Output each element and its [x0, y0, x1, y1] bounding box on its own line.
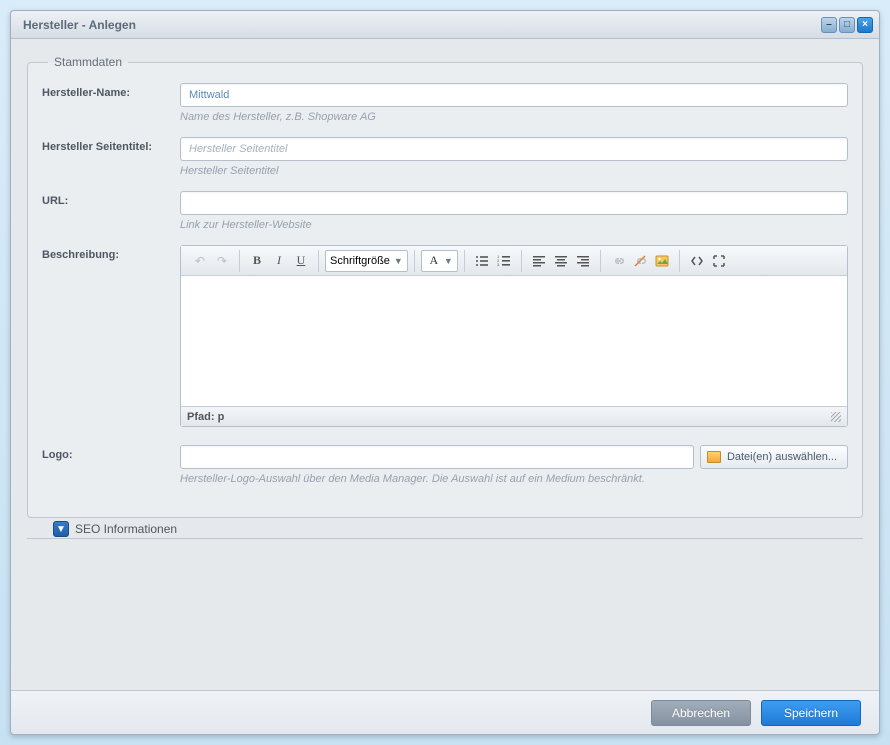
row-url: URL: Link zur Hersteller-Website [42, 191, 848, 241]
fieldset-legend: Stammdaten [48, 55, 128, 69]
rich-text-editor: ↶ ↷ B I U S [180, 245, 848, 427]
label-description: Beschreibung: [42, 245, 180, 261]
expand-seo-button[interactable]: ▼ [53, 521, 69, 537]
titlebar: Hersteller - Anlegen – □ × [11, 11, 879, 39]
seo-title: SEO Informationen [75, 522, 177, 536]
hint-url: Link zur Hersteller-Website [180, 219, 848, 231]
window-body: Stammdaten Hersteller-Name: Name des Her… [11, 39, 879, 690]
label-url: URL: [42, 191, 180, 207]
fontsize-label: Schriftgröße [330, 255, 390, 267]
unlink-icon[interactable] [629, 250, 651, 272]
choose-file-button[interactable]: Datei(en) auswählen... [700, 445, 848, 469]
maximize-button[interactable]: □ [839, 17, 855, 33]
input-logo[interactable] [180, 445, 694, 469]
align-center-icon[interactable] [550, 250, 572, 272]
image-icon[interactable] [651, 250, 673, 272]
underline-icon[interactable]: U [290, 250, 312, 272]
button-bar: Abbrechen Speichern [11, 690, 879, 734]
row-pagetitle: Hersteller Seitentitel: Hersteller Seite… [42, 137, 848, 187]
seo-section: ▼ SEO Informationen [27, 538, 863, 539]
label-logo: Logo: [42, 445, 180, 461]
undo-icon[interactable]: ↶ [189, 250, 211, 272]
editor-canvas[interactable] [181, 276, 847, 406]
window-title: Hersteller - Anlegen [23, 18, 819, 32]
unordered-list-icon[interactable] [471, 250, 493, 272]
chevron-down-icon: ▼ [444, 256, 453, 266]
ordered-list-icon[interactable]: 123 [493, 250, 515, 272]
bold-icon[interactable]: B [246, 250, 268, 272]
choose-file-label: Datei(en) auswählen... [727, 451, 837, 463]
resize-handle-icon[interactable] [831, 412, 841, 422]
fontsize-select[interactable]: Schriftgröße ▼ [325, 250, 408, 272]
save-button[interactable]: Speichern [761, 700, 861, 726]
window: Hersteller - Anlegen – □ × Stammdaten He… [10, 10, 880, 735]
input-name[interactable] [180, 83, 848, 107]
input-url[interactable] [180, 191, 848, 215]
row-logo: Logo: Datei(en) auswählen... Hersteller-… [42, 445, 848, 495]
editor-toolbar: ↶ ↷ B I U S [181, 246, 847, 276]
path-label: Pfad: p [187, 411, 224, 423]
label-name: Hersteller-Name: [42, 83, 180, 99]
chevron-down-icon: ▼ [394, 256, 403, 266]
italic-icon[interactable]: I [268, 250, 290, 272]
hint-pagetitle: Hersteller Seitentitel [180, 165, 848, 177]
hint-logo: Hersteller-Logo-Auswahl über den Media M… [180, 473, 848, 485]
close-button[interactable]: × [857, 17, 873, 33]
fontcolor-select[interactable]: A ▼ [421, 250, 458, 272]
align-right-icon[interactable] [572, 250, 594, 272]
fieldset-stammdaten: Stammdaten Hersteller-Name: Name des Her… [27, 55, 863, 518]
hint-name: Name des Hersteller, z.B. Shopware AG [180, 111, 848, 123]
minimize-button[interactable]: – [821, 17, 837, 33]
row-description: Beschreibung: ↶ ↷ B I U [42, 245, 848, 427]
link-icon[interactable] [607, 250, 629, 272]
input-pagetitle[interactable] [180, 137, 848, 161]
picture-icon [707, 451, 721, 463]
align-left-icon[interactable] [528, 250, 550, 272]
editor-footer: Pfad: p [181, 406, 847, 426]
fullscreen-icon[interactable] [708, 250, 730, 272]
source-code-icon[interactable] [686, 250, 708, 272]
cancel-button[interactable]: Abbrechen [651, 700, 751, 726]
redo-icon[interactable]: ↷ [211, 250, 233, 272]
svg-text:3: 3 [497, 262, 500, 267]
row-name: Hersteller-Name: Name des Hersteller, z.… [42, 83, 848, 133]
label-pagetitle: Hersteller Seitentitel: [42, 137, 180, 153]
